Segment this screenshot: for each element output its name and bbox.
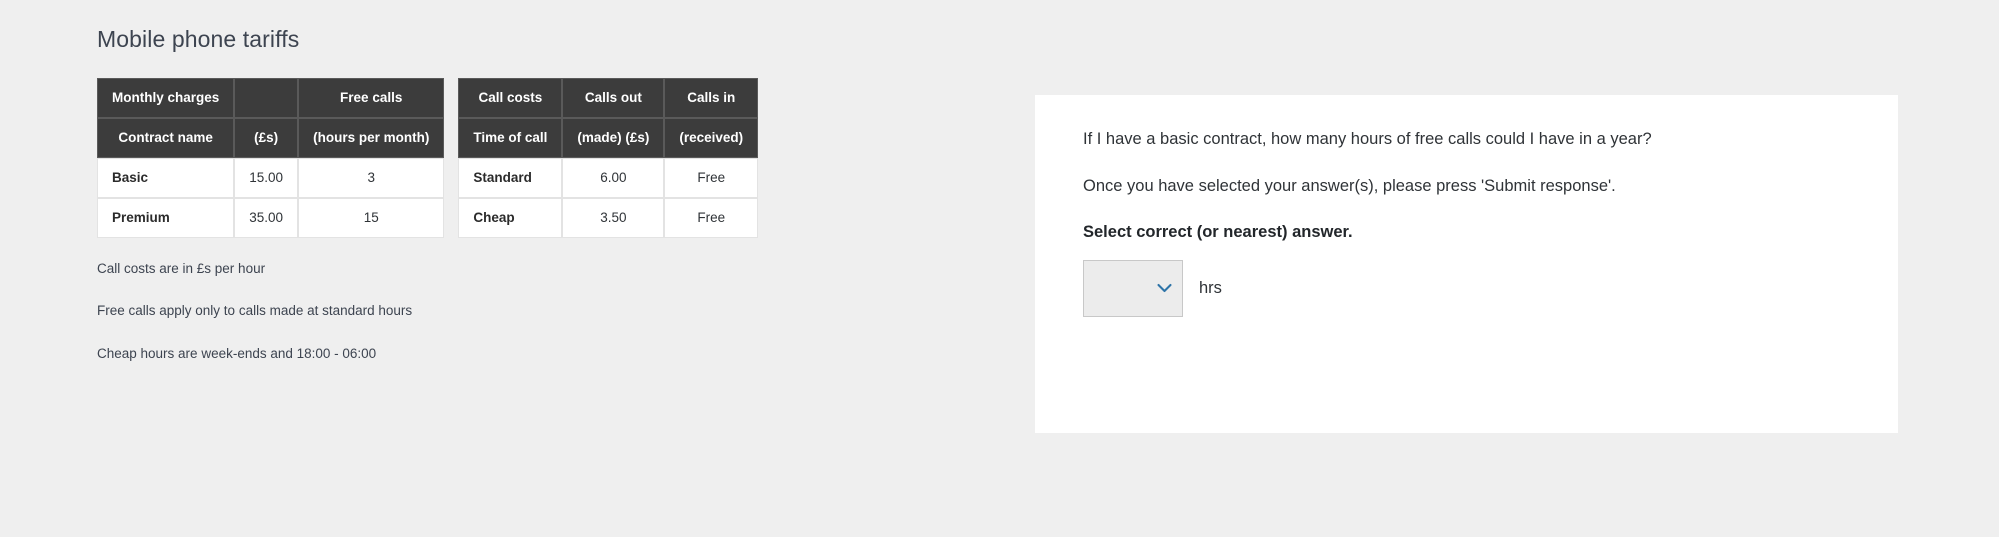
page-title: Mobile phone tariffs — [97, 26, 300, 52]
cell-calls-in: Free — [664, 197, 759, 238]
stimulus-panel: Mobile phone tariffs Monthly charges Fre… — [97, 26, 797, 362]
footnotes: Call costs are in £s per hour Free calls… — [97, 260, 797, 363]
question-text: If I have a basic contract, how many hou… — [1083, 130, 1652, 148]
submit-instruction-text: Once you have selected your answer(s), p… — [1083, 177, 1616, 196]
cell-contract-name: Premium — [97, 197, 235, 238]
group-header-calls-in: Calls in — [664, 77, 759, 118]
table-head: Monthly charges Free calls Contract name… — [97, 77, 445, 158]
footnote-cheap-hours: Cheap hours are week-ends and 18:00 - 06… — [97, 345, 377, 361]
table-row: Cheap 3.50 Free — [458, 197, 759, 238]
group-header-row: Call costs Calls out Calls in — [458, 77, 759, 118]
group-header-call-costs: Call costs — [458, 77, 563, 118]
monthly-charges-table: Monthly charges Free calls Contract name… — [97, 77, 445, 238]
cell-price: 35.00 — [234, 197, 299, 238]
group-header-calls-out: Calls out — [562, 77, 665, 118]
footnote-free-calls: Free calls apply only to calls made at s… — [97, 303, 413, 319]
cell-time-of-call: Cheap — [458, 197, 563, 238]
column-header-received: (received) — [664, 117, 759, 158]
tables-container: Monthly charges Free calls Contract name… — [97, 77, 797, 238]
cell-time-of-call: Standard — [458, 157, 563, 198]
table-body: Basic 15.00 3 Premium 35.00 15 — [97, 157, 445, 238]
column-header-time-of-call: Time of call — [458, 117, 563, 158]
table-head: Call costs Calls out Calls in Time of ca… — [458, 77, 759, 158]
group-header-free-calls: Free calls — [298, 77, 445, 118]
table-row: Standard 6.00 Free — [458, 157, 759, 198]
table-body: Standard 6.00 Free Cheap 3.50 Free — [458, 157, 759, 238]
answer-select-wrapper[interactable] — [1083, 259, 1183, 317]
answer-select[interactable] — [1084, 260, 1182, 316]
column-header-row: Time of call (made) (£s) (received) — [458, 117, 759, 158]
cell-price: 15.00 — [234, 157, 299, 198]
column-header-contract-name: Contract name — [97, 117, 235, 158]
column-header-price: (£s) — [234, 117, 299, 158]
column-header-made-price: (made) (£s) — [562, 117, 665, 158]
answer-input-row: hrs — [1083, 259, 1858, 317]
call-costs-table: Call costs Calls out Calls in Time of ca… — [458, 77, 759, 238]
answer-unit-label: hrs — [1199, 278, 1222, 297]
answer-panel: If I have a basic contract, how many hou… — [1035, 95, 1898, 433]
cell-calls-out: 6.00 — [562, 157, 665, 198]
footnote-call-costs: Call costs are in £s per hour — [97, 260, 266, 276]
answer-panel-content: If I have a basic contract, how many hou… — [1035, 95, 1898, 317]
group-header-row: Monthly charges Free calls — [97, 77, 445, 118]
cell-calls-in: Free — [664, 157, 759, 198]
group-header-monthly-charges: Monthly charges — [97, 77, 235, 118]
cell-free-hours: 3 — [298, 157, 445, 198]
group-header-blank — [234, 77, 299, 118]
cell-free-hours: 15 — [298, 197, 445, 238]
select-answer-prompt: Select correct (or nearest) answer. — [1083, 222, 1353, 241]
column-header-row: Contract name (£s) (hours per month) — [97, 117, 445, 158]
table-row: Basic 15.00 3 — [97, 157, 445, 198]
page-root: Mobile phone tariffs Monthly charges Fre… — [0, 0, 1999, 537]
cell-contract-name: Basic — [97, 157, 235, 198]
cell-calls-out: 3.50 — [562, 197, 665, 238]
column-header-hours-per-month: (hours per month) — [298, 117, 445, 158]
table-row: Premium 35.00 15 — [97, 197, 445, 238]
